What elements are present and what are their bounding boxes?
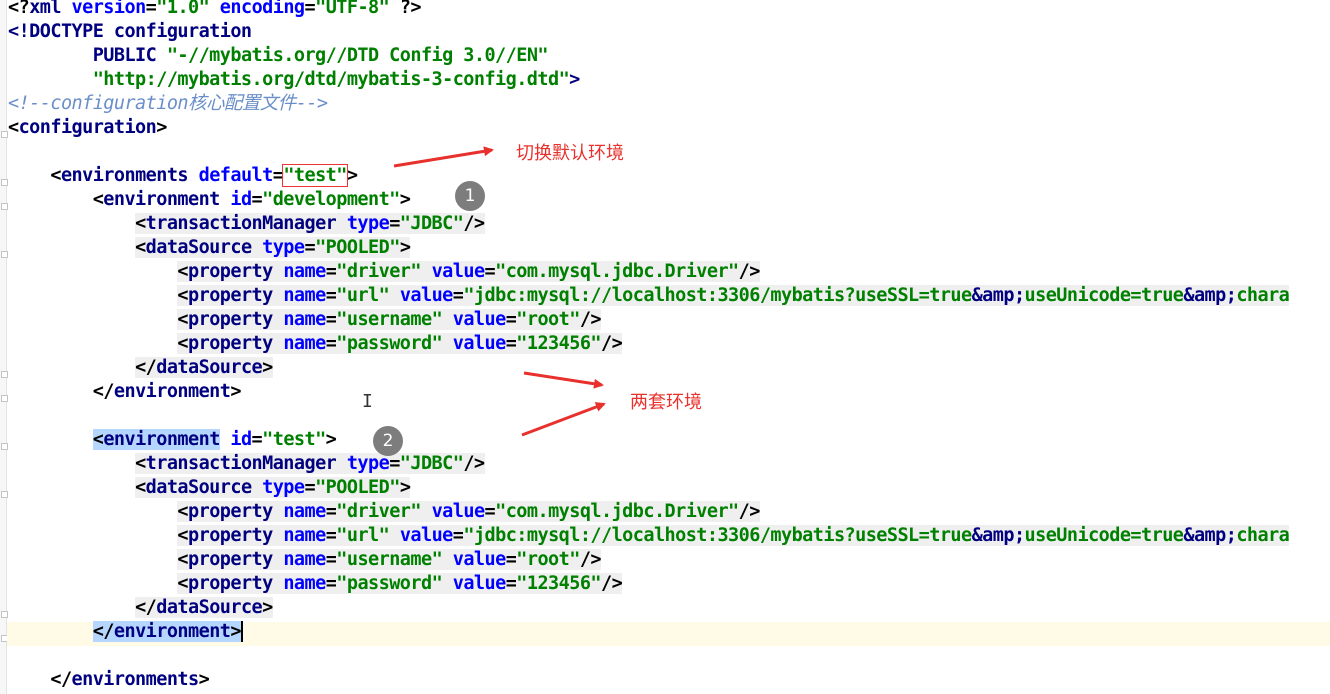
arrow-env-1	[523, 371, 604, 389]
step-badge-2: 2	[373, 426, 403, 456]
annotation-switch-default-env: 切换默认环境	[516, 143, 624, 164]
arrow-env-2	[521, 402, 606, 437]
step-badge-1: 1	[455, 181, 485, 211]
annotation-arrows	[393, 146, 606, 437]
mouse-ibeam-cursor-icon: I	[362, 391, 373, 412]
annotation-two-envs: 两套环境	[630, 392, 702, 413]
arrow-switch-default	[393, 146, 494, 168]
